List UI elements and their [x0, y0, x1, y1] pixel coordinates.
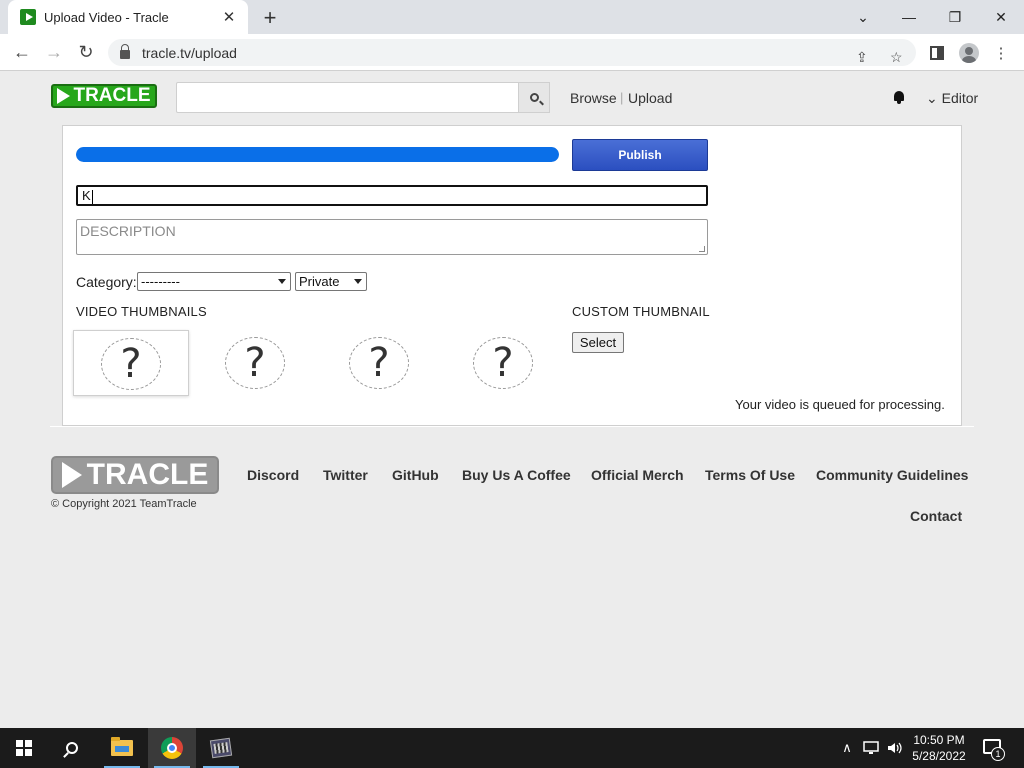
- question-mark-icon: ?: [225, 337, 285, 389]
- clock-time: 10:50 PM: [913, 733, 965, 747]
- bell-icon[interactable]: [893, 91, 905, 104]
- thumbnail-option-2[interactable]: ?: [197, 330, 313, 396]
- new-tab-button[interactable]: +: [258, 5, 282, 31]
- url-text[interactable]: tracle.tv/upload: [142, 45, 237, 61]
- tab-search-chevron-icon[interactable]: ⌄: [840, 0, 886, 34]
- select-custom-thumbnail-button[interactable]: Select: [572, 332, 624, 353]
- tracle-favicon-icon: [20, 9, 36, 25]
- play-icon: [57, 88, 71, 104]
- nav-separator: |: [620, 90, 624, 105]
- tray-overflow-icon[interactable]: ∧: [838, 728, 856, 768]
- bookmark-star-icon[interactable]: ☆: [890, 49, 903, 66]
- address-toolbar: ← → ↻ tracle.tv/upload ⇪ ☆ ⋮: [0, 34, 1024, 71]
- taskbar-file-explorer[interactable]: [98, 728, 146, 768]
- volume-icon[interactable]: [884, 728, 906, 768]
- tracle-logo[interactable]: TRACLE: [51, 84, 157, 108]
- publish-button[interactable]: Publish: [572, 139, 708, 171]
- dropdown-arrow-icon: [354, 279, 362, 284]
- resize-grip-icon[interactable]: [699, 246, 705, 252]
- search-button[interactable]: [518, 82, 550, 113]
- processing-status: Your video is queued for processing.: [735, 397, 945, 412]
- footer-link-discord[interactable]: Discord: [247, 467, 299, 483]
- footer-link-guidelines[interactable]: Community Guidelines: [816, 467, 968, 483]
- privacy-selected-value: Private: [299, 274, 340, 289]
- nav-browse-link[interactable]: Browse: [570, 90, 617, 106]
- reload-icon[interactable]: ↻: [72, 40, 100, 64]
- search-icon: [529, 93, 539, 102]
- editor-label: Editor: [941, 90, 979, 106]
- play-icon: [61, 462, 82, 488]
- footer-link-twitter[interactable]: Twitter: [323, 467, 368, 483]
- taskbar: ∧ 10:50 PM 5/28/2022 1: [0, 728, 1024, 768]
- upload-progress-bar: [76, 147, 559, 162]
- thumbnail-option-3[interactable]: ?: [321, 330, 437, 396]
- video-title-input[interactable]: K: [76, 185, 708, 206]
- chevron-down-icon: ⌄: [926, 90, 938, 106]
- chrome-icon: [161, 737, 183, 759]
- taskbar-chrome[interactable]: [148, 728, 196, 768]
- system-clock[interactable]: 10:50 PM 5/28/2022: [906, 732, 972, 764]
- search-input[interactable]: [176, 82, 519, 113]
- start-button[interactable]: [0, 728, 48, 768]
- nav-upload-link[interactable]: Upload: [628, 90, 672, 106]
- logo-text: TRACLE: [73, 85, 151, 106]
- custom-thumbnail-heading: CUSTOM THUMBNAIL: [572, 304, 710, 319]
- description-textarea[interactable]: DESCRIPTION: [76, 219, 708, 255]
- network-icon[interactable]: [860, 728, 882, 768]
- category-selected-value: ---------: [141, 274, 180, 289]
- lock-icon[interactable]: [120, 44, 130, 59]
- category-select[interactable]: ---------: [137, 272, 291, 291]
- minimize-button[interactable]: —: [886, 0, 932, 34]
- footer-link-github[interactable]: GitHub: [392, 467, 439, 483]
- restore-button[interactable]: ❐: [932, 0, 978, 34]
- windows-logo-icon: [16, 740, 32, 756]
- question-mark-icon: ?: [101, 338, 161, 390]
- search-icon: [66, 742, 78, 754]
- tab-close-icon[interactable]: ✕: [220, 8, 238, 26]
- share-icon[interactable]: ⇪: [856, 49, 868, 66]
- footer-logo[interactable]: TRACLE: [51, 456, 219, 494]
- question-mark-icon: ?: [349, 337, 409, 389]
- copyright-text: © Copyright 2021 TeamTracle: [51, 498, 197, 510]
- footer-link-terms[interactable]: Terms Of Use: [705, 467, 795, 483]
- footer-link-merch[interactable]: Official Merch: [591, 467, 684, 483]
- privacy-select[interactable]: Private: [295, 272, 367, 291]
- dropdown-arrow-icon: [278, 279, 286, 284]
- footer-logo-text: TRACLE: [86, 458, 209, 491]
- category-label: Category:: [76, 274, 137, 290]
- side-panel-icon[interactable]: [926, 42, 948, 64]
- video-thumbnails-heading: VIDEO THUMBNAILS: [76, 304, 207, 319]
- profile-avatar-icon[interactable]: [958, 42, 980, 64]
- thumbnail-option-4[interactable]: ?: [445, 330, 561, 396]
- editor-menu[interactable]: ⌄ Editor: [926, 90, 978, 107]
- footer-link-buy-coffee[interactable]: Buy Us A Coffee: [462, 467, 571, 483]
- tab-title: Upload Video - Tracle: [44, 9, 169, 25]
- description-placeholder: DESCRIPTION: [80, 223, 176, 239]
- notification-badge: 1: [991, 747, 1005, 761]
- footer-link-contact[interactable]: Contact: [910, 508, 962, 524]
- question-mark-icon: ?: [473, 337, 533, 389]
- clock-date: 5/28/2022: [912, 749, 966, 763]
- folder-icon: [111, 737, 133, 756]
- video-editor-icon: [209, 737, 233, 759]
- browser-tab[interactable]: Upload Video - Tracle ✕: [8, 0, 248, 34]
- thumbnail-option-1[interactable]: ?: [73, 330, 189, 396]
- title-value: K: [82, 188, 91, 203]
- text-caret: [91, 189, 93, 204]
- back-arrow-icon[interactable]: ←: [8, 40, 36, 64]
- address-bar[interactable]: tracle.tv/upload ⇪ ☆: [108, 39, 916, 66]
- taskbar-search-button[interactable]: [48, 728, 96, 768]
- footer-divider: [50, 426, 974, 427]
- forward-arrow-icon[interactable]: →: [40, 40, 68, 64]
- taskbar-video-app[interactable]: [197, 728, 245, 768]
- upload-progress-fill: [76, 147, 559, 162]
- browser-titlebar: Upload Video - Tracle ✕ + ⌄ — ❐ ✕: [0, 0, 1024, 34]
- browser-menu-icon[interactable]: ⋮: [990, 42, 1012, 64]
- close-window-button[interactable]: ✕: [978, 0, 1024, 34]
